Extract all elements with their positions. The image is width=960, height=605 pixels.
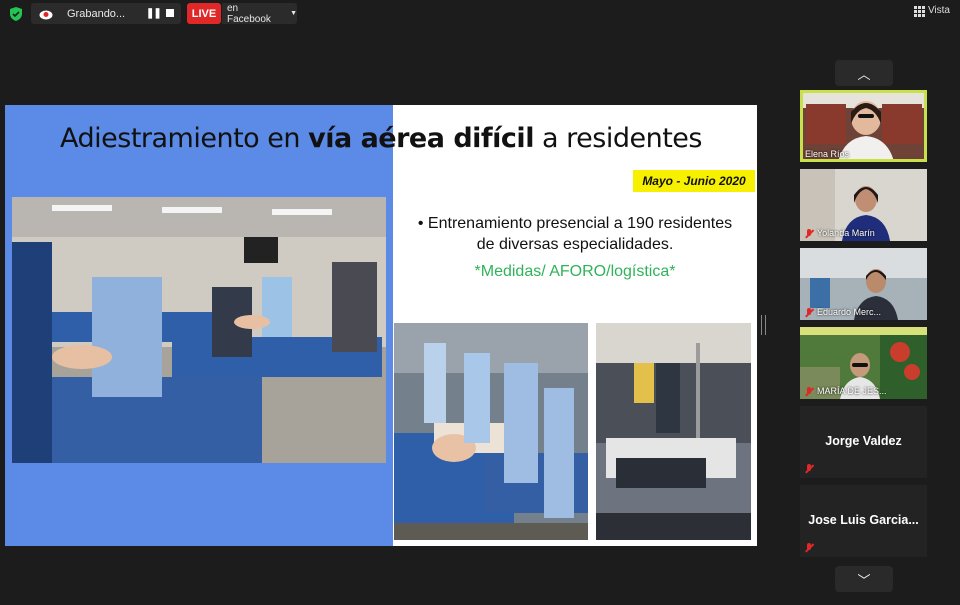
training-room-photo <box>12 197 386 463</box>
ppe-training-photo <box>394 323 588 540</box>
scroll-up-button[interactable]: ︿ <box>835 60 893 86</box>
grid-view-icon <box>913 5 925 17</box>
scroll-down-button[interactable]: ﹀ <box>835 566 893 592</box>
slide-title-part: a residentes <box>533 123 702 154</box>
slide-title-bold: vía aérea difícil <box>308 123 534 154</box>
participant-name: MARÍA DE JES... <box>805 386 887 396</box>
recording-label: Grabando... <box>67 7 126 20</box>
participant-tile[interactable]: Eduardo Merc... <box>800 248 927 320</box>
participant-tile[interactable]: Yolanda Marín <box>800 169 927 241</box>
participant-name: Elena Ríos <box>805 149 850 159</box>
pause-recording-button[interactable]: ❚❚ <box>146 8 162 19</box>
view-button[interactable]: Vista <box>913 5 950 17</box>
stop-recording-button[interactable] <box>166 9 174 17</box>
chevron-up-icon: ︿ <box>857 66 871 82</box>
participant-name: Jose Luis Garcia... <box>808 513 919 527</box>
cloud-record-icon <box>39 10 53 19</box>
participant-name: Jorge Valdez <box>825 434 902 448</box>
slide-title-part: Adiestramiento en <box>60 123 309 154</box>
muted-mic-icon <box>805 464 814 473</box>
muted-mic-icon <box>805 386 814 396</box>
muted-mic-icon <box>805 307 814 317</box>
participant-name: Yolanda Marín <box>805 228 875 238</box>
live-destination-label: en Facebook <box>227 2 271 25</box>
security-shield-icon[interactable] <box>8 6 24 22</box>
slide-bullet: • Entrenamiento presencial a 190 residen… <box>417 215 733 253</box>
bullet-line-2: de diversas especialidades. <box>476 236 674 253</box>
muted-mic-icon <box>805 228 814 238</box>
muted-mic-icon <box>805 543 814 552</box>
live-destination-dropdown[interactable]: en Facebook ▼ <box>222 2 297 25</box>
participant-tile[interactable]: Jorge Valdez <box>800 406 927 478</box>
panel-resize-handle[interactable] <box>761 315 766 335</box>
participant-tile[interactable]: Jose Luis Garcia... <box>800 485 927 557</box>
view-label: Vista <box>927 5 950 16</box>
participant-name: Eduardo Merc... <box>805 307 881 317</box>
chevron-down-icon: ﹀ <box>857 572 871 588</box>
participant-tile[interactable]: Elena Ríos <box>800 90 927 162</box>
slide-green-note: *Medidas/ AFORO/logística* <box>474 263 676 280</box>
slide-title: Adiestramiento en vía aérea difícil a re… <box>5 123 757 154</box>
chevron-down-icon: ▼ <box>290 10 297 17</box>
date-badge: Mayo - Junio 2020 <box>633 170 755 192</box>
shared-screen-slide: Adiestramiento en vía aérea difícil a re… <box>5 105 757 546</box>
participant-tile[interactable]: MARÍA DE JES... <box>800 327 927 399</box>
live-badge: LIVE <box>187 3 221 24</box>
bullet-line-1: Entrenamiento presencial a 190 residente… <box>427 215 733 232</box>
simulation-bed-photo <box>596 323 751 540</box>
recording-indicator: Grabando... ❚❚ <box>31 3 181 24</box>
